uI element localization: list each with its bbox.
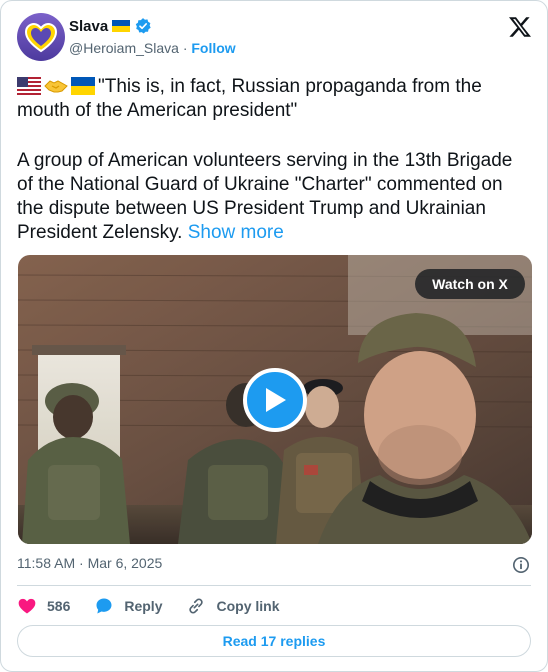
tweet-headline: "This is, in fact, Russian propaganda fr… xyxy=(17,75,527,123)
avatar[interactable] xyxy=(17,13,65,61)
read-replies-button[interactable]: Read 17 replies xyxy=(17,625,531,657)
author-name[interactable]: Slava xyxy=(69,18,108,35)
divider xyxy=(17,585,531,586)
follow-button[interactable]: Follow xyxy=(191,40,235,56)
handle-separator: · xyxy=(182,40,188,56)
play-button[interactable] xyxy=(243,368,307,432)
reply-label: Reply xyxy=(124,598,163,614)
show-more-link[interactable]: Show more xyxy=(188,222,284,243)
verified-badge-icon xyxy=(136,18,151,34)
ukraine-flag-icon xyxy=(112,20,131,32)
link-icon xyxy=(189,598,204,614)
heart-icon xyxy=(18,598,36,614)
reply-button[interactable]: Reply xyxy=(94,596,162,616)
info-icon[interactable] xyxy=(512,556,530,574)
watch-on-x-button[interactable]: Watch on X xyxy=(415,269,525,299)
timestamp-separator: · xyxy=(79,555,84,571)
ukraine-flag-icon xyxy=(71,77,95,95)
handshake-icon xyxy=(44,80,68,93)
tweet-card: Slava @Heroiam_Slava · Follow "This is, … xyxy=(0,0,548,672)
author-handle[interactable]: @Heroiam_Slava xyxy=(69,40,179,56)
action-bar: 586 Reply Copy link xyxy=(17,595,304,617)
tweet-date: Mar 6, 2025 xyxy=(87,555,163,571)
handle-row: @Heroiam_Slava · Follow xyxy=(69,40,236,56)
reply-bubble-icon xyxy=(96,598,112,614)
play-icon xyxy=(266,388,286,412)
author-name-row: Slava xyxy=(69,17,152,35)
copy-link-button[interactable]: Copy link xyxy=(186,596,280,616)
like-button[interactable]: 586 xyxy=(17,596,70,616)
tweet-time: 11:58 AM xyxy=(17,555,76,571)
timestamp-row[interactable]: 11:58 AM · Mar 6, 2025 xyxy=(17,555,162,571)
tweet-body: A group of American volunteers serving i… xyxy=(17,149,529,245)
like-count: 586 xyxy=(47,598,71,614)
us-flag-icon xyxy=(17,77,41,95)
x-logo-icon[interactable] xyxy=(508,15,532,39)
copy-link-label: Copy link xyxy=(216,598,280,614)
read-replies-label: Read 17 replies xyxy=(222,633,326,649)
